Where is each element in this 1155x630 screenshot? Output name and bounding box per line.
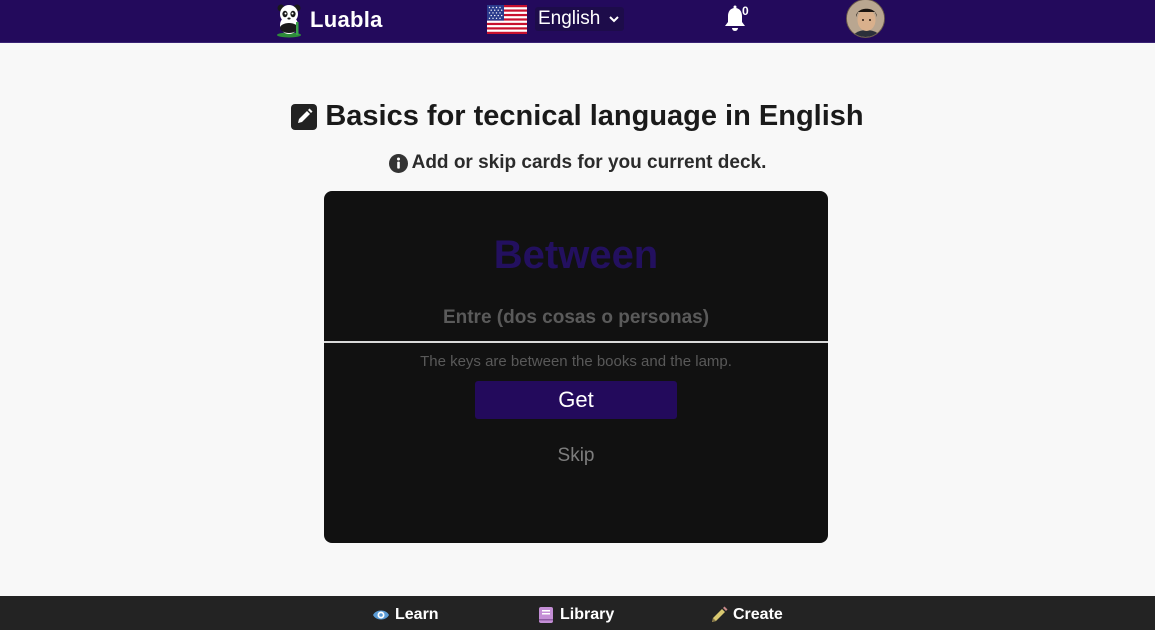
nav-create[interactable]: Create bbox=[710, 605, 783, 625]
language-select[interactable]: English bbox=[535, 7, 625, 31]
nav-library[interactable]: Library bbox=[537, 605, 614, 625]
page-title-row: Basics for tecnical language in English bbox=[0, 100, 1155, 133]
nav-library-label: Library bbox=[560, 606, 615, 623]
user-avatar[interactable] bbox=[846, 0, 885, 38]
notification-count-badge: 0 bbox=[742, 4, 749, 18]
card-divider bbox=[324, 341, 828, 343]
card-word: Between bbox=[493, 233, 659, 277]
edit-icon[interactable] bbox=[291, 103, 318, 130]
get-card-button[interactable]: Get bbox=[475, 381, 677, 419]
skip-card-button[interactable]: Skip bbox=[525, 443, 627, 469]
brand-name: Luabla bbox=[310, 7, 383, 32]
page-title: Basics for tecnical language in English bbox=[325, 100, 864, 132]
top-navbar: Luabla English 0 bbox=[0, 0, 1155, 43]
instruction-row: Add or skip cards for you current deck. bbox=[0, 152, 1155, 174]
instruction-text: Add or skip cards for you current deck. bbox=[411, 152, 767, 173]
pencil-icon bbox=[712, 606, 728, 622]
bottom-navbar: Learn Library Create bbox=[0, 596, 1155, 630]
eye-icon bbox=[373, 610, 389, 620]
book-icon bbox=[539, 607, 553, 623]
chevron-down-icon bbox=[609, 16, 620, 23]
nav-learn[interactable]: Learn bbox=[372, 605, 439, 625]
brand-home-link[interactable]: Luabla bbox=[274, 1, 383, 39]
info-icon bbox=[388, 153, 408, 173]
language-switcher: English bbox=[487, 4, 625, 34]
flashcard: Between Entre (dos cosas o personas) The… bbox=[324, 191, 828, 543]
nav-create-label: Create bbox=[733, 606, 783, 623]
card-example-sentence: The keys are between the books and the l… bbox=[420, 353, 732, 370]
nav-learn-label: Learn bbox=[395, 606, 439, 623]
us-flag-icon bbox=[487, 4, 527, 34]
avatar-photo bbox=[847, 0, 884, 37]
language-select-value: English bbox=[538, 8, 601, 29]
card-translation: Entre (dos cosas o personas) bbox=[442, 307, 710, 328]
panda-logo-icon bbox=[277, 4, 301, 38]
